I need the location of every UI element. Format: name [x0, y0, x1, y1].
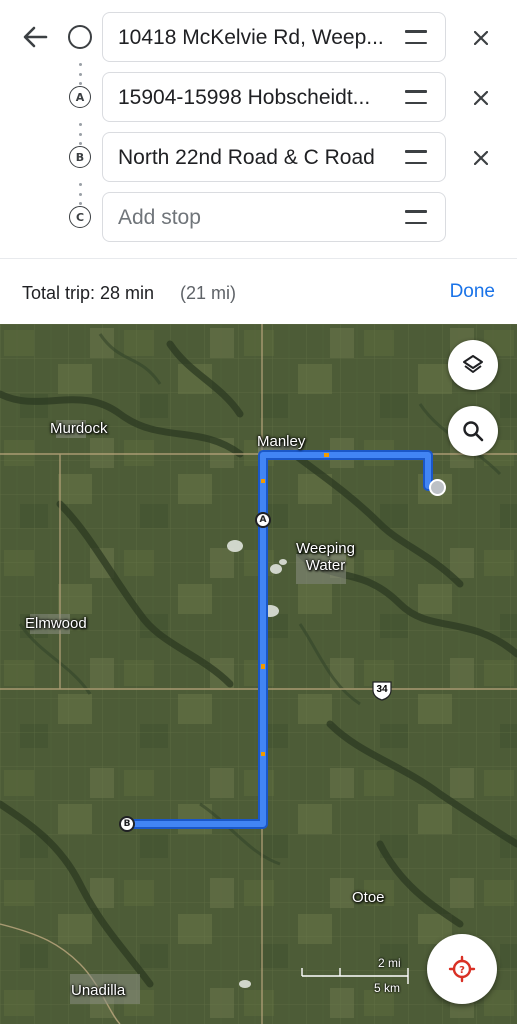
- remove-stop-button[interactable]: [468, 25, 494, 51]
- drag-handle-icon[interactable]: [405, 90, 427, 104]
- letter-b-marker-icon: B: [69, 146, 91, 168]
- highway-number: 34: [376, 684, 388, 695]
- drag-handle-icon[interactable]: [405, 150, 427, 164]
- close-icon: [474, 91, 488, 105]
- my-location-icon: ?: [448, 955, 476, 983]
- total-trip-time: Total trip: 28 min: [22, 283, 155, 303]
- remove-stop-button[interactable]: [468, 145, 494, 171]
- place-label-elmwood: Elmwood: [25, 615, 87, 632]
- drag-handle-icon[interactable]: [405, 210, 427, 224]
- route-marker-a[interactable]: A: [255, 512, 271, 528]
- map-scale: 2 mi 5 km: [300, 956, 410, 996]
- place-label-weeping-water: Weeping Water: [296, 540, 355, 574]
- svg-text:?: ?: [459, 965, 465, 976]
- directions-header: 10418 McKelvie Rd, Weep... A 15904-15998…: [0, 0, 517, 258]
- place-label-manley: Manley: [257, 433, 306, 450]
- stop-a-text: 15904-15998 Hobscheidt...: [118, 86, 371, 109]
- trip-summary-bar: Total trip: 28 min (21 mi) Done: [0, 258, 517, 324]
- place-label-unadilla: Unadilla: [71, 982, 126, 999]
- letter-a-marker-icon: A: [69, 86, 91, 108]
- place-label-murdock: Murdock: [50, 420, 108, 437]
- add-stop-field[interactable]: Add stop: [102, 192, 446, 242]
- stop-row-origin: 10418 McKelvie Rd, Weep...: [0, 12, 517, 62]
- remove-stop-button[interactable]: [468, 85, 494, 111]
- my-location-button[interactable]: ?: [427, 934, 497, 1004]
- origin-text: 10418 McKelvie Rd, Weep...: [118, 26, 384, 49]
- letter-c-marker-icon: C: [69, 206, 91, 228]
- stop-b-text: North 22nd Road & C Road: [118, 146, 375, 169]
- route-origin-dot[interactable]: [429, 479, 446, 496]
- total-trip-distance: (21 mi): [180, 283, 237, 303]
- scale-km: 5 km: [374, 981, 401, 995]
- circle-origin-icon: [68, 25, 92, 49]
- close-icon: [474, 31, 488, 45]
- scale-miles: 2 mi: [378, 956, 401, 970]
- place-label-otoe: Otoe: [352, 889, 385, 906]
- close-icon: [474, 151, 488, 165]
- drag-handle-icon[interactable]: [405, 30, 427, 44]
- search-icon: [463, 421, 484, 442]
- add-stop-placeholder: Add stop: [118, 206, 201, 229]
- origin-field[interactable]: 10418 McKelvie Rd, Weep...: [102, 12, 446, 62]
- stop-row-a: A 15904-15998 Hobscheidt...: [0, 72, 517, 122]
- stop-row-b: B North 22nd Road & C Road: [0, 132, 517, 182]
- stop-row-c: C Add stop: [0, 192, 517, 242]
- layers-button[interactable]: [448, 340, 498, 390]
- stop-b-field[interactable]: North 22nd Road & C Road: [102, 132, 446, 182]
- search-along-route-button[interactable]: [448, 406, 498, 456]
- layers-icon: [463, 355, 483, 373]
- done-button[interactable]: Done: [450, 281, 495, 303]
- route-marker-b[interactable]: B: [119, 816, 135, 832]
- satellite-map[interactable]: A B Murdock Manley Weeping Water Elmwood…: [0, 324, 517, 1024]
- stop-a-field[interactable]: 15904-15998 Hobscheidt...: [102, 72, 446, 122]
